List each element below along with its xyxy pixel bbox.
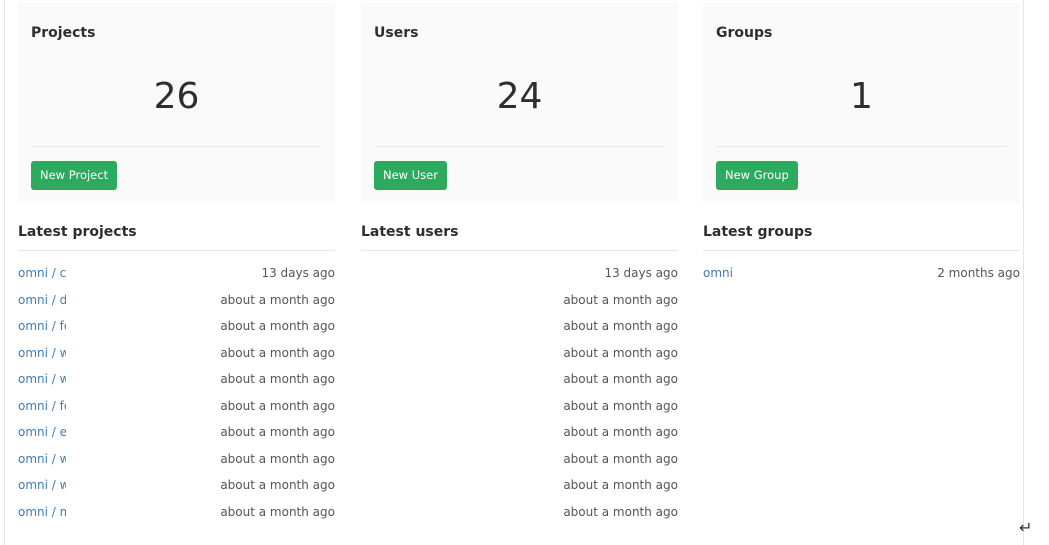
project-link[interactable]: omni / wo [18,370,66,388]
list-item: omni 2 months ago [703,264,1020,291]
left-border [4,0,5,545]
groups-count: 1 [850,76,873,117]
groups-card: Groups 1 New Group [703,3,1020,203]
new-user-button[interactable]: New User [374,161,447,190]
users-column: Users 24 New User Latest users 13 days a… [361,3,678,529]
list-item: about a month ago [361,503,678,530]
project-link[interactable]: omni / da [18,291,66,309]
list-item: omni / da about a month ago [18,291,335,318]
project-time: about a month ago [220,425,335,439]
projects-card: Projects 26 New Project [18,3,335,203]
user-time: about a month ago [563,345,678,360]
return-arrow-icon: ↵ [1019,518,1033,537]
project-time: about a month ago [220,345,335,360]
list-item: about a month ago [361,397,678,424]
user-time: about a month ago [563,398,678,413]
list-item: 13 days ago [361,264,678,291]
group-link[interactable]: omni [703,264,733,282]
project-link[interactable]: omni / ch [18,264,66,282]
users-card-title: Users [374,25,419,41]
user-time: about a month ago [563,319,678,333]
project-time: about a month ago [220,398,335,413]
user-time: about a month ago [563,478,678,492]
project-link[interactable]: omni / fo [18,397,66,415]
users-card-divider [374,146,665,147]
project-link[interactable]: omni / wo [18,476,66,494]
users-count: 24 [496,76,543,117]
project-time: about a month ago [220,292,335,307]
user-time: about a month ago [563,451,678,466]
list-item: about a month ago [361,317,678,344]
project-link[interactable]: omni / m [18,503,66,521]
groups-card-title: Groups [716,25,773,41]
project-link[interactable]: omni / wo [18,450,66,468]
project-time: about a month ago [220,319,335,333]
list-item: about a month ago [361,423,678,450]
projects-count: 26 [153,76,200,117]
list-item: omni / es about a month ago [18,423,335,450]
user-time: about a month ago [563,292,678,307]
latest-groups-title: Latest groups [703,224,813,240]
list-item: omni / ch 13 days ago [18,264,335,291]
project-link[interactable]: omni / es [18,423,66,441]
list-item: omni / wo about a month ago [18,344,335,371]
latest-users-title: Latest users [361,224,459,240]
user-time: about a month ago [563,504,678,519]
project-time: about a month ago [220,372,335,386]
list-item: about a month ago [361,450,678,477]
list-item: about a month ago [361,344,678,371]
project-link[interactable]: omni / fo [18,317,66,335]
right-border [1023,0,1024,545]
new-group-button[interactable]: New Group [716,161,798,190]
latest-projects-title: Latest projects [18,224,137,240]
groups-card-divider [716,146,1007,147]
projects-card-divider [31,146,322,147]
groups-column: Groups 1 New Group Latest groups omni 2 m… [703,3,1020,291]
project-time: about a month ago [220,451,335,466]
list-item: omni / wo about a month ago [18,450,335,477]
latest-projects-divider [18,250,335,251]
latest-users-list: 13 days ago about a month ago about a mo… [361,264,678,529]
group-time: 2 months ago [937,266,1020,280]
list-item: omni / m about a month ago [18,503,335,530]
user-time: 13 days ago [604,266,678,280]
list-item: about a month ago [361,291,678,318]
project-time: about a month ago [220,504,335,519]
project-time: about a month ago [220,478,335,492]
user-time: about a month ago [563,425,678,439]
list-item: omni / fo about a month ago [18,317,335,344]
projects-card-title: Projects [31,25,96,41]
new-project-button[interactable]: New Project [31,161,118,190]
list-item: omni / wo about a month ago [18,476,335,503]
list-item: about a month ago [361,370,678,397]
latest-projects-list: omni / ch 13 days ago omni / da about a mo… [18,264,335,529]
list-item: omni / fo about a month ago [18,397,335,424]
list-item: omni / wo about a month ago [18,370,335,397]
users-card: Users 24 New User [361,3,678,203]
latest-groups-divider [703,250,1020,251]
latest-users-divider [361,250,678,251]
projects-column: Projects 26 New Project Latest projects … [18,3,335,529]
list-item: about a month ago [361,476,678,503]
project-link[interactable]: omni / wo [18,344,66,362]
user-time: about a month ago [563,372,678,386]
project-time: 13 days ago [261,266,335,280]
latest-groups-list: omni 2 months ago [703,264,1020,291]
